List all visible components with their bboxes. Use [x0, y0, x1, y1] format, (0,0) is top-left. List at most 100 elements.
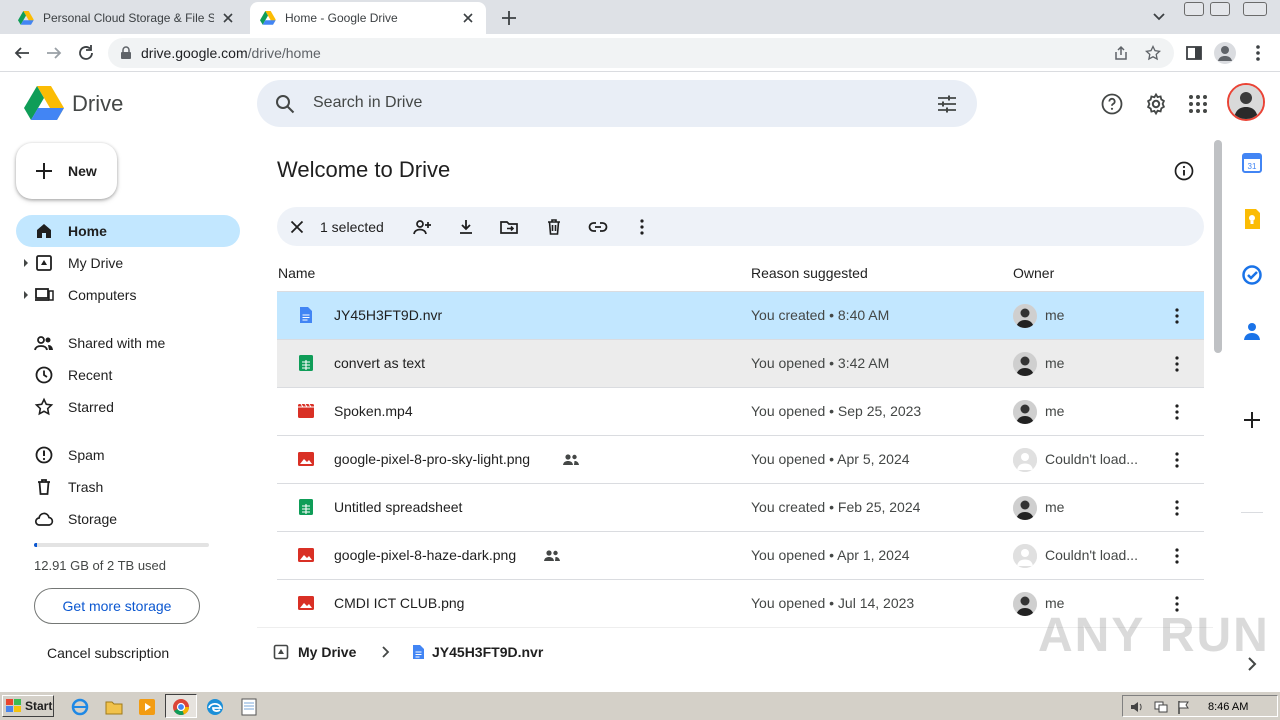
google-calendar-icon[interactable]: 31 — [1240, 151, 1264, 175]
nav-label: My Drive — [68, 255, 124, 271]
file-row[interactable]: Untitled spreadsheet You created • Feb 25… — [277, 484, 1204, 532]
browser-tab-personal-cloud[interactable]: Personal Cloud Storage & File Sharing — [8, 2, 246, 34]
network-icon[interactable] — [1153, 699, 1169, 715]
notepad-icon[interactable] — [239, 697, 259, 717]
profile-icon[interactable] — [1214, 42, 1236, 64]
edge-icon[interactable] — [205, 697, 225, 717]
search-input[interactable]: Search in Drive — [313, 94, 422, 112]
close-tab-icon[interactable] — [220, 10, 236, 26]
cancel-subscription-link[interactable]: Cancel subscription — [47, 645, 169, 661]
new-tab-icon[interactable] — [499, 8, 519, 28]
side-panel-icon[interactable] — [1184, 43, 1204, 63]
get-more-storage-button[interactable]: Get more storage — [34, 588, 200, 624]
browser-menu-icon[interactable] — [1248, 43, 1268, 63]
taskbar-clock: 8:46 AM — [1208, 701, 1249, 713]
file-name[interactable]: JY45H3FT9D.nvr — [334, 307, 442, 323]
nav-spam[interactable]: Spam — [16, 439, 240, 471]
file-row[interactable]: JY45H3FT9D.nvr You created • 8:40 AM me — [277, 292, 1204, 340]
chrome-icon[interactable] — [171, 697, 191, 717]
start-button[interactable]: Start — [2, 695, 54, 717]
browser-tab-google-drive[interactable]: Home - Google Drive — [250, 2, 486, 34]
search-bar[interactable]: Search in Drive — [257, 80, 977, 127]
google-drive-logo-icon[interactable] — [24, 84, 64, 120]
get-add-ons-plus-icon[interactable] — [1240, 408, 1264, 432]
file-name[interactable]: Untitled spreadsheet — [334, 499, 462, 515]
google-tasks-icon[interactable] — [1240, 263, 1264, 287]
action-center-flag-icon[interactable] — [1176, 699, 1192, 715]
nav-computers[interactable]: Computers — [16, 279, 240, 311]
more-actions-icon[interactable] — [632, 217, 652, 237]
file-name[interactable]: google-pixel-8-pro-sky-light.png — [334, 451, 530, 467]
file-row[interactable]: convert as text You opened • 3:42 AM me — [277, 340, 1204, 388]
nav-shared-with-me[interactable]: Shared with me — [16, 327, 240, 359]
selection-count: 1 selected — [320, 219, 384, 235]
column-header-name[interactable]: Name — [278, 265, 315, 281]
nav-starred[interactable]: Starred — [16, 391, 240, 423]
more-actions-icon[interactable] — [1167, 450, 1187, 470]
file-row[interactable]: Spoken.mp4 You opened • Sep 25, 2023 me — [277, 388, 1204, 436]
file-row[interactable]: google-pixel-8-haze-dark.png You opened •… — [277, 532, 1204, 580]
forward-arrow-icon[interactable] — [44, 43, 64, 63]
clear-selection-icon[interactable] — [287, 217, 307, 237]
google-keep-icon[interactable] — [1240, 207, 1264, 231]
move-to-folder-icon[interactable] — [499, 217, 519, 237]
address-bar[interactable]: drive.google.com/drive/home — [108, 38, 1174, 68]
new-button[interactable]: New — [16, 143, 117, 199]
system-tray — [1122, 695, 1278, 717]
file-name[interactable]: CMDI ICT CLUB.png — [334, 595, 464, 611]
lock-icon[interactable] — [120, 46, 132, 60]
more-actions-icon[interactable] — [1167, 402, 1187, 422]
file-explorer-folder-icon[interactable] — [104, 697, 124, 717]
file-name[interactable]: convert as text — [334, 355, 425, 371]
close-window-button[interactable] — [1243, 2, 1267, 16]
app-name[interactable]: Drive — [72, 91, 123, 117]
tab-search-chevron-icon[interactable] — [1152, 10, 1166, 24]
breadcrumb-my-drive[interactable]: My Drive — [298, 644, 356, 660]
nav-home[interactable]: Home — [16, 215, 240, 247]
google-sheets-icon — [299, 355, 313, 371]
media-player-icon[interactable] — [137, 697, 157, 717]
breadcrumb-file[interactable]: JY45H3FT9D.nvr — [432, 644, 543, 660]
more-actions-icon[interactable] — [1167, 546, 1187, 566]
bookmark-star-icon[interactable] — [1145, 45, 1161, 61]
google-contacts-icon[interactable] — [1240, 319, 1264, 343]
search-icon[interactable] — [273, 92, 297, 116]
copy-link-icon[interactable] — [588, 217, 608, 237]
owner-avatar — [1013, 448, 1037, 472]
restore-window-button[interactable] — [1210, 2, 1230, 16]
owner-name: me — [1045, 307, 1065, 323]
more-actions-icon[interactable] — [1167, 306, 1187, 326]
google-apps-grid-icon[interactable] — [1186, 92, 1210, 116]
download-icon[interactable] — [456, 217, 476, 237]
file-row[interactable]: google-pixel-8-pro-sky-light.png You open… — [277, 436, 1204, 484]
close-tab-icon[interactable] — [460, 10, 476, 26]
expand-arrow-icon[interactable] — [24, 291, 28, 299]
move-to-trash-icon[interactable] — [544, 217, 564, 237]
owner-name: me — [1045, 355, 1065, 371]
account-avatar[interactable] — [1227, 83, 1265, 121]
internet-explorer-icon[interactable] — [70, 697, 90, 717]
owner-name: me — [1045, 403, 1065, 419]
info-icon[interactable] — [1173, 160, 1195, 182]
nav-storage[interactable]: Storage — [16, 503, 240, 535]
minimize-window-button[interactable] — [1184, 2, 1204, 16]
search-filters-icon[interactable] — [935, 92, 959, 116]
file-name[interactable]: Spoken.mp4 — [334, 403, 413, 419]
volume-icon[interactable] — [1129, 699, 1145, 715]
share-add-person-icon[interactable] — [412, 217, 432, 237]
vertical-scrollbar[interactable] — [1214, 140, 1222, 353]
file-name[interactable]: google-pixel-8-haze-dark.png — [334, 547, 516, 563]
more-actions-icon[interactable] — [1167, 354, 1187, 374]
side-panel-divider — [1241, 512, 1263, 513]
share-page-icon[interactable] — [1113, 45, 1129, 61]
nav-trash[interactable]: Trash — [16, 471, 240, 503]
settings-gear-icon[interactable] — [1144, 92, 1168, 116]
expand-arrow-icon[interactable] — [24, 259, 28, 267]
back-arrow-icon[interactable] — [12, 43, 32, 63]
more-actions-icon[interactable] — [1167, 498, 1187, 518]
help-icon[interactable] — [1100, 92, 1124, 116]
nav-my-drive[interactable]: My Drive — [16, 247, 240, 279]
nav-recent[interactable]: Recent — [16, 359, 240, 391]
reload-icon[interactable] — [76, 43, 96, 63]
owner-avatar — [1013, 352, 1037, 376]
